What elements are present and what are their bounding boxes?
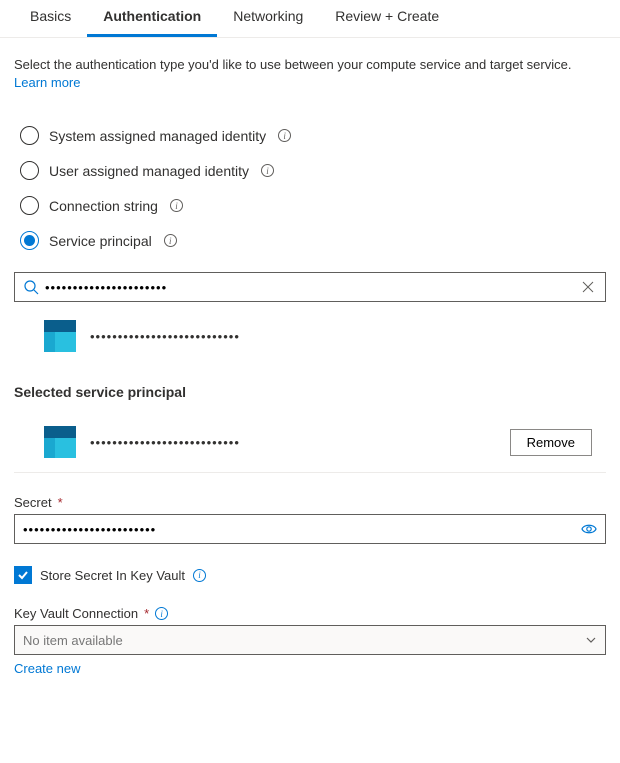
radio-label: Service principal bbox=[49, 233, 152, 249]
create-new-link[interactable]: Create new bbox=[0, 655, 620, 696]
keyvault-connection-label: Key Vault Connection bbox=[14, 606, 138, 621]
selected-sp-heading: Selected service principal bbox=[0, 366, 620, 402]
radio-icon bbox=[20, 196, 39, 215]
chevron-down-icon bbox=[585, 634, 597, 646]
required-indicator: * bbox=[144, 606, 149, 621]
info-icon[interactable]: i bbox=[155, 607, 168, 620]
radio-icon bbox=[20, 126, 39, 145]
store-in-keyvault-row[interactable]: Store Secret In Key Vault i bbox=[0, 544, 620, 584]
selected-sp-row: ••••••••••••••••••••••••••• Remove bbox=[14, 412, 606, 473]
radio-label: User assigned managed identity bbox=[49, 163, 249, 179]
secret-input[interactable] bbox=[23, 522, 581, 537]
secret-field: Secret * bbox=[0, 473, 620, 544]
clear-icon[interactable] bbox=[581, 280, 595, 294]
info-icon[interactable]: i bbox=[278, 129, 291, 142]
learn-more-link[interactable]: Learn more bbox=[14, 75, 80, 90]
keyvault-connection-select[interactable]: No item available bbox=[14, 625, 606, 655]
radio-service-principal[interactable]: Service principal i bbox=[20, 223, 606, 258]
radio-connection-string[interactable]: Connection string i bbox=[20, 188, 606, 223]
radio-label: Connection string bbox=[49, 198, 158, 214]
tab-basics[interactable]: Basics bbox=[14, 0, 87, 37]
keyvault-connection-field: Key Vault Connection * i No item availab… bbox=[0, 584, 620, 655]
radio-label: System assigned managed identity bbox=[49, 128, 266, 144]
checkbox-checked-icon[interactable] bbox=[14, 566, 32, 584]
selected-sp-name: ••••••••••••••••••••••••••• bbox=[90, 435, 240, 450]
radio-icon bbox=[20, 161, 39, 180]
radio-icon bbox=[20, 231, 39, 250]
auth-type-radio-group: System assigned managed identity i User … bbox=[0, 96, 620, 262]
store-in-keyvault-label: Store Secret In Key Vault bbox=[40, 568, 185, 583]
tab-authentication[interactable]: Authentication bbox=[87, 0, 217, 37]
search-input[interactable] bbox=[45, 280, 581, 295]
reveal-password-icon[interactable] bbox=[581, 521, 597, 537]
required-indicator: * bbox=[58, 495, 63, 510]
remove-button[interactable]: Remove bbox=[510, 429, 592, 456]
info-icon[interactable]: i bbox=[261, 164, 274, 177]
radio-user-identity[interactable]: User assigned managed identity i bbox=[20, 153, 606, 188]
service-principal-search[interactable] bbox=[14, 272, 606, 302]
radio-system-identity[interactable]: System assigned managed identity i bbox=[20, 118, 606, 153]
tab-bar: Basics Authentication Networking Review … bbox=[0, 0, 620, 38]
info-icon[interactable]: i bbox=[164, 234, 177, 247]
app-registration-icon bbox=[44, 426, 76, 458]
tab-networking[interactable]: Networking bbox=[217, 0, 319, 37]
info-icon[interactable]: i bbox=[193, 569, 206, 582]
info-icon[interactable]: i bbox=[170, 199, 183, 212]
description-text: Select the authentication type you'd lik… bbox=[14, 57, 571, 72]
select-placeholder: No item available bbox=[23, 633, 123, 648]
search-result-item[interactable]: ••••••••••••••••••••••••••• bbox=[14, 302, 606, 366]
search-icon bbox=[23, 279, 39, 295]
auth-description: Select the authentication type you'd lik… bbox=[0, 38, 620, 96]
secret-label: Secret bbox=[14, 495, 52, 510]
app-registration-icon bbox=[44, 320, 76, 352]
tab-review-create[interactable]: Review + Create bbox=[319, 0, 455, 37]
result-name: ••••••••••••••••••••••••••• bbox=[90, 329, 240, 344]
